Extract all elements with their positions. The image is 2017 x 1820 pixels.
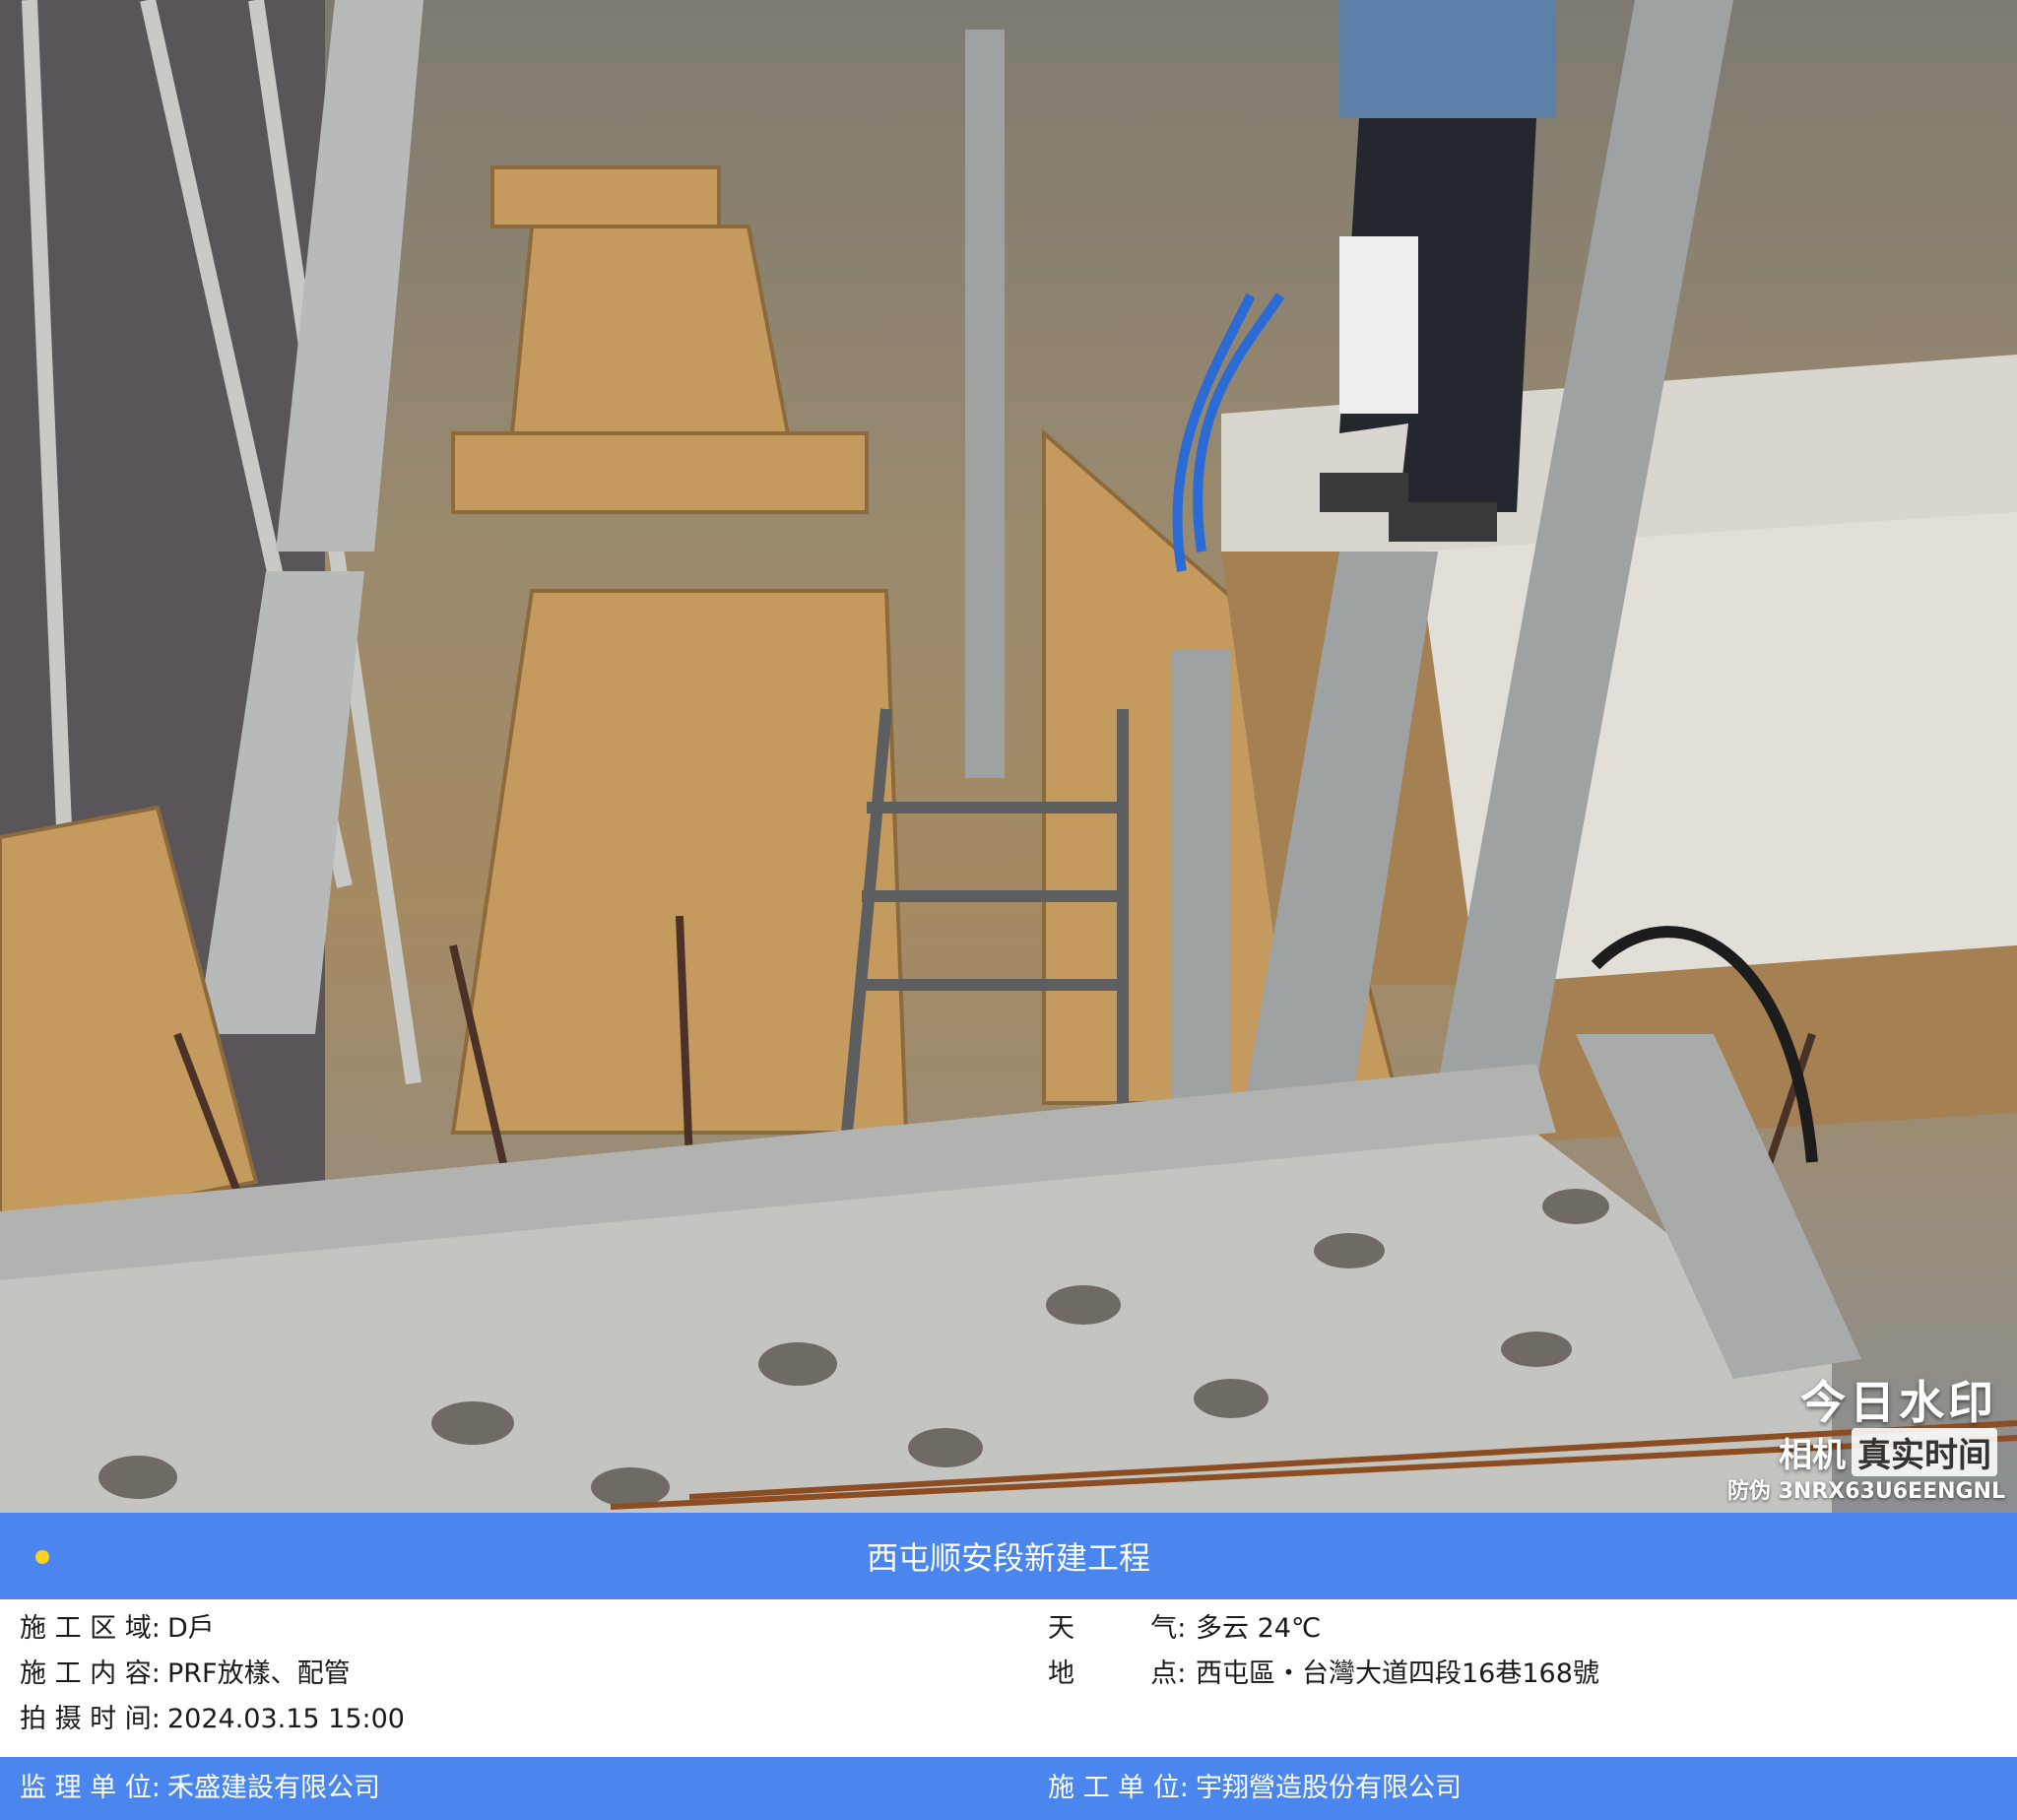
photo-illustration [0,0,2017,1513]
project-title: 西屯顺安段新建工程 [866,1539,1150,1577]
area-label: 施 工 区 域: [20,1613,161,1644]
time-label: 拍 摄 时 间: [20,1704,161,1734]
area-value: D戶 [167,1613,215,1644]
location-value: 西屯區・台灣大道四段16巷168號 [1196,1658,1599,1689]
content-row: 施 工 内 容: PRF放樣、配管 [20,1655,351,1694]
time-value: 2024.03.15 15:00 [167,1704,405,1734]
supervisor-value: 禾盛建設有限公司 [167,1773,380,1803]
watermark-brand: 今日水印 [1800,1376,1997,1429]
contractor-label: 施 工 单 位: [1048,1773,1189,1803]
location-row: 地 点: 西屯區・台灣大道四段16巷168號 [1048,1655,1599,1694]
site-photo: 今日水印 相机 真实时间 防伪 3NRX63U6EENGNL [0,0,2017,1513]
contractor-row: 施 工 单 位: 宇翔營造股份有限公司 [1048,1769,1462,1808]
contractor-value: 宇翔營造股份有限公司 [1196,1773,1462,1803]
location-label: 地 点: [1048,1658,1187,1689]
anti-fake-label: 防伪 [1726,1479,1771,1504]
weather-value: 多云 24℃ [1196,1613,1322,1644]
watermark-code-row: 防伪 3NRX63U6EENGNL [1727,1473,2005,1505]
weather-row: 天 气: 多云 24℃ [1048,1609,1321,1649]
content-value: PRF放樣、配管 [167,1658,351,1689]
watermark-realtime-label: 真实时间 [1852,1428,1997,1476]
project-title-bar: 西屯顺安段新建工程 [0,1513,2017,1599]
content-label: 施 工 内 容: [20,1658,161,1689]
area-row: 施 工 区 域: D戶 [20,1609,215,1649]
supervisor-label: 监 理 单 位: [20,1773,161,1803]
footer-bar: 监 理 单 位: 禾盛建設有限公司 施 工 单 位: 宇翔營造股份有限公司 [0,1757,2017,1820]
anti-fake-code: 3NRX63U6EENGNL [1778,1479,2005,1504]
info-panel: 施 工 区 域: D戶 施 工 内 容: PRF放樣、配管 拍 摄 时 间: 2024… [0,1599,2017,1757]
watermark-camera-label: 相机 [1779,1436,1846,1475]
weather-label: 天 气: [1048,1613,1187,1644]
time-row: 拍 摄 时 间: 2024.03.15 15:00 [20,1700,405,1739]
watermark-camera-row: 相机 真实时间 [1779,1428,1997,1476]
supervisor-row: 监 理 单 位: 禾盛建設有限公司 [20,1769,380,1808]
status-dot-icon [35,1550,49,1564]
